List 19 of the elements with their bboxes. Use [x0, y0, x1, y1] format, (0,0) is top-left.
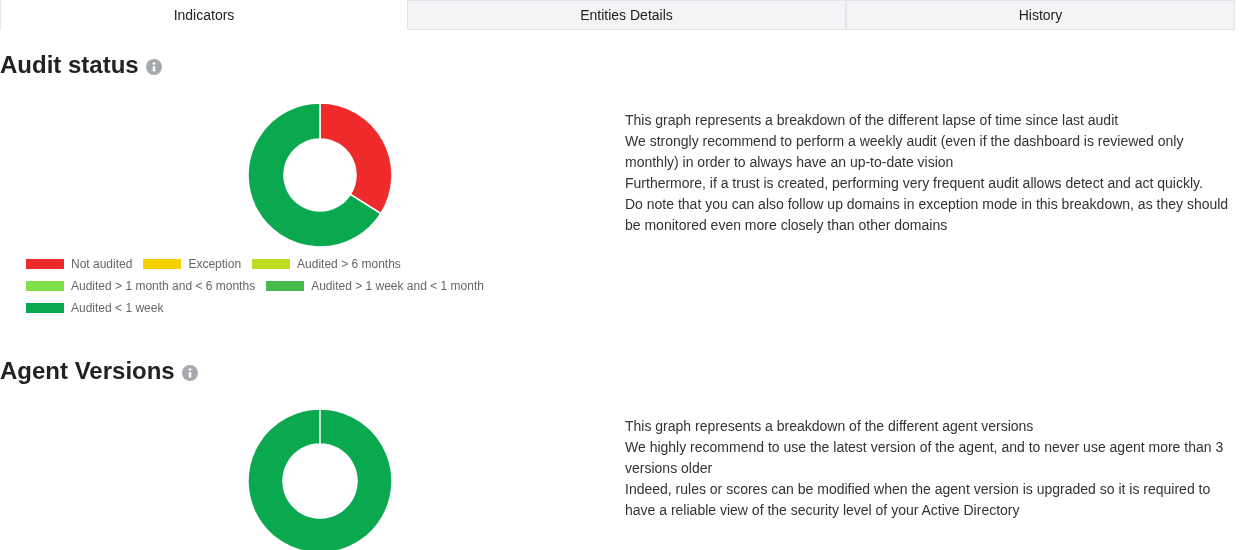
info-icon[interactable] [145, 59, 162, 75]
section-title: Audit status [0, 50, 139, 80]
description-text: This graph represents a breakdown of the different agent versions [625, 417, 1035, 436]
legend-label: Not audited [71, 256, 133, 273]
legend-label: Audited > 6 months [297, 256, 401, 273]
legend-label: Audited < 1 week [71, 300, 164, 317]
tab[interactable]: Entities Details [407, 0, 846, 30]
legend-label: Audited > 1 week and < 1 month [311, 278, 484, 295]
legend-label: Audited > 1 month and < 6 months [71, 278, 256, 295]
description-text: We highly recommend to use the latest version of the agent, and to never use agent more than 3 versions older [625, 438, 1225, 478]
info-icon[interactable] [181, 365, 198, 381]
description-text: We strongly recommend to perform a weekly audit (even if the dashboard is reviewed only monthly) in order to always have an up-to-date vision [625, 132, 1185, 172]
description-text: Indeed, rules or scores can be modified when the agent version is upgraded so it is required to have a reliable view of the security level of your Active Directory [625, 480, 1212, 520]
legend-label: Exception [188, 256, 242, 273]
section-title: Agent Versions [0, 356, 175, 386]
description-text: This graph represents a breakdown of the different lapse of time since last audit [625, 111, 1120, 130]
description-text: Furthermore, if a trust is created, performing very frequent audit allows detect and act quickly. [625, 174, 1204, 193]
description-text: Do note that you can also follow up domains in exception mode in this breakdown, as they should be monitored even more closely than other domains [625, 195, 1230, 235]
tab[interactable]: History [846, 0, 1235, 30]
